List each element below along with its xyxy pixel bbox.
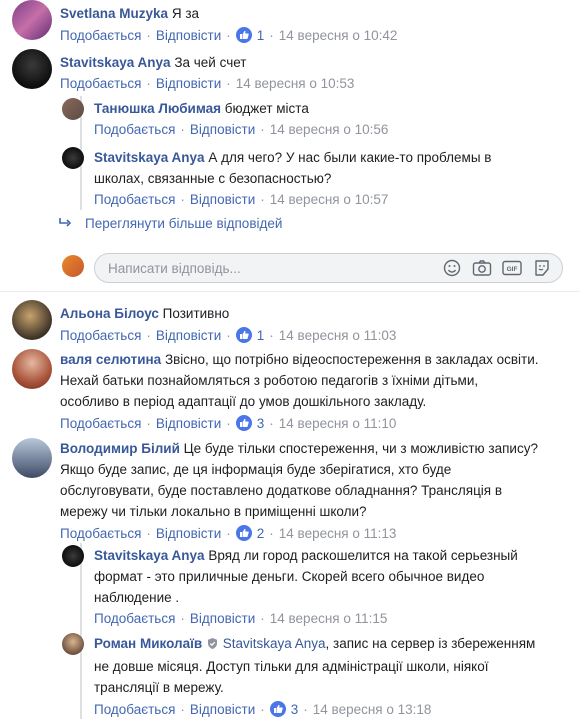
like-count[interactable]: 2: [257, 526, 265, 541]
avatar[interactable]: [62, 633, 84, 655]
like-icon: [235, 327, 252, 343]
reply-button[interactable]: Відповісти: [156, 526, 221, 541]
comment: валя селютина Звісно, що потрібно відеос…: [12, 349, 540, 431]
current-user-avatar: [62, 255, 84, 277]
timestamp[interactable]: 14 вересня о 11:13: [279, 526, 397, 541]
gif-icon[interactable]: GIF: [502, 258, 522, 278]
reply-comment: Stavitskaya Anya А для чего? У нас были …: [62, 147, 514, 207]
author-name[interactable]: Танюшка Любимая: [94, 101, 221, 116]
divider: [0, 291, 580, 292]
comment-text: За чей счет: [174, 55, 247, 70]
avatar[interactable]: [12, 0, 52, 40]
reply-comment: Роман Миколаїв Stavitskaya Anya, запис н…: [62, 633, 539, 717]
avatar[interactable]: [12, 438, 52, 478]
like-count[interactable]: 1: [257, 28, 265, 43]
like-button[interactable]: Подобається: [60, 28, 141, 43]
avatar[interactable]: [62, 98, 84, 120]
author-name[interactable]: Svetlana Muzyka: [60, 6, 168, 21]
author-name[interactable]: валя селютина: [60, 352, 161, 367]
like-count[interactable]: 1: [257, 328, 265, 343]
like-icon: [235, 525, 252, 541]
comment-text: бюджет міста: [224, 101, 309, 116]
like-icon: [235, 27, 252, 43]
like-icon: [235, 415, 252, 431]
author-name[interactable]: Stavitskaya Anya: [60, 55, 171, 70]
like-count[interactable]: 3: [291, 702, 299, 717]
like-button[interactable]: Подобається: [60, 526, 141, 541]
reply-button[interactable]: Відповісти: [156, 416, 221, 431]
comment: Альона Білоус Позитивно Подобається · Від…: [12, 300, 396, 343]
reply-button[interactable]: Відповісти: [190, 192, 255, 207]
timestamp[interactable]: 14 вересня о 11:03: [279, 328, 397, 343]
author-name[interactable]: Stavitskaya Anya: [94, 548, 205, 563]
author-name[interactable]: Альона Білоус: [60, 306, 159, 321]
author-name[interactable]: Володимир Білий: [60, 441, 180, 456]
verified-icon: [206, 635, 219, 656]
avatar[interactable]: [12, 349, 52, 389]
reply-box[interactable]: GIF: [94, 253, 563, 283]
like-button[interactable]: Подобається: [60, 76, 141, 91]
avatar[interactable]: [12, 49, 52, 89]
comment-text: Позитивно: [162, 306, 230, 321]
sticker-icon[interactable]: [532, 258, 552, 278]
timestamp[interactable]: 14 вересня о 10:57: [270, 192, 389, 207]
reply-arrow-icon: [58, 216, 72, 231]
reply-button[interactable]: Відповісти: [156, 328, 221, 343]
svg-text:GIF: GIF: [507, 266, 518, 273]
timestamp[interactable]: 14 вересня о 10:53: [236, 76, 355, 91]
like-button[interactable]: Подобається: [94, 611, 175, 626]
comment: Svetlana Muzyka Я за Подобається · Відпов…: [12, 0, 397, 43]
comment: Володимир Білий Це буде тільки спостереж…: [12, 438, 540, 541]
avatar[interactable]: [12, 300, 52, 340]
like-button[interactable]: Подобається: [60, 328, 141, 343]
reply-button[interactable]: Відповісти: [190, 611, 255, 626]
timestamp[interactable]: 14 вересня о 11:10: [279, 416, 397, 431]
reply-button[interactable]: Відповісти: [190, 122, 255, 137]
reply-comment: Stavitskaya Anya Вряд ли город раскошели…: [62, 545, 539, 626]
reply-input[interactable]: [106, 259, 442, 277]
avatar[interactable]: [62, 545, 84, 567]
reply-button[interactable]: Відповісти: [190, 702, 255, 717]
like-button[interactable]: Подобається: [94, 192, 175, 207]
timestamp[interactable]: 14 вересня о 11:15: [270, 611, 388, 626]
more-replies-label: Переглянути більше відповідей: [85, 216, 283, 231]
reply-button[interactable]: Відповісти: [156, 76, 221, 91]
comment-text: Я за: [171, 6, 200, 21]
camera-icon[interactable]: [472, 258, 492, 278]
more-replies-link[interactable]: Переглянути більше відповідей: [58, 216, 282, 231]
reply-button[interactable]: Відповісти: [156, 28, 221, 43]
reply-comment: Танюшка Любимая бюджет міста Подобається…: [62, 98, 388, 137]
author-name[interactable]: Stavitskaya Anya: [94, 150, 205, 165]
timestamp[interactable]: 14 вересня о 10:56: [270, 122, 389, 137]
timestamp[interactable]: 14 вересня о 13:18: [313, 702, 432, 717]
like-button[interactable]: Подобається: [94, 122, 175, 137]
like-button[interactable]: Подобається: [94, 702, 175, 717]
mention-tag[interactable]: Stavitskaya Anya: [223, 636, 326, 651]
timestamp[interactable]: 14 вересня о 10:42: [279, 28, 398, 43]
author-name[interactable]: Роман Миколаїв: [94, 636, 202, 651]
like-button[interactable]: Подобається: [60, 416, 141, 431]
avatar[interactable]: [62, 147, 84, 169]
smile-icon[interactable]: [442, 258, 462, 278]
like-icon: [269, 701, 286, 717]
like-count[interactable]: 3: [257, 416, 265, 431]
comment: Stavitskaya Anya За чей счет Подобається…: [12, 49, 354, 91]
